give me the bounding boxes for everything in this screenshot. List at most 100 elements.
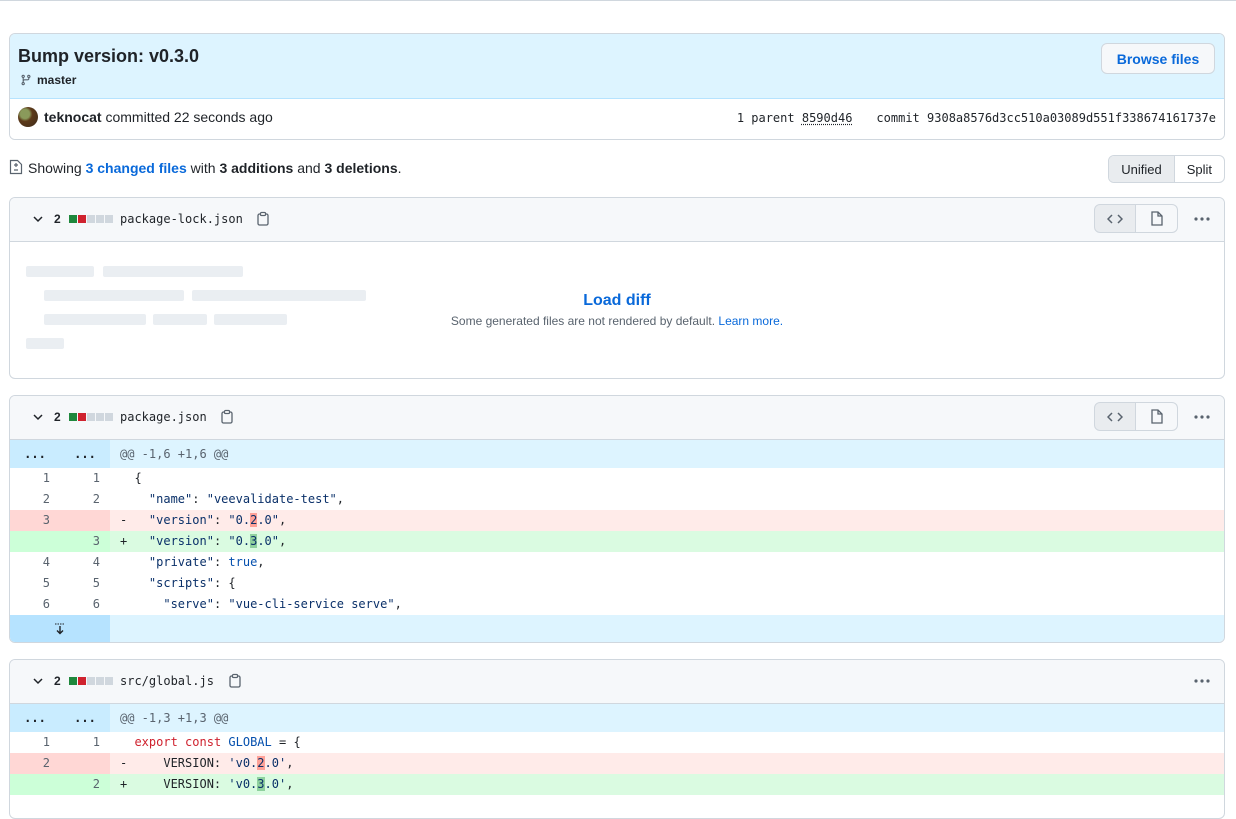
diff-line: 3 - "version": "0.2.0", — [10, 510, 1224, 531]
learn-more-link[interactable]: Learn more. — [718, 314, 783, 328]
old-line-number[interactable] — [10, 774, 60, 795]
view-source-button[interactable] — [1094, 204, 1136, 233]
expand-up-old[interactable]: ... — [10, 704, 60, 732]
split-view-button[interactable]: Split — [1175, 156, 1224, 182]
old-line-number[interactable]: 6 — [10, 594, 60, 615]
old-line-number[interactable]: 1 — [10, 732, 60, 753]
additions-count: 3 additions — [219, 160, 294, 176]
expand-up-new[interactable]: ... — [60, 704, 110, 732]
commit-time: committed 22 seconds ago — [105, 109, 273, 125]
copy-icon[interactable] — [220, 409, 234, 425]
load-diff-note: Some generated files are not rendered by… — [10, 314, 1224, 328]
old-line-number[interactable] — [10, 531, 60, 552]
branch-label[interactable]: master — [20, 73, 76, 87]
code-icon — [1107, 411, 1123, 422]
file-actions — [1094, 402, 1216, 431]
old-line-number[interactable]: 3 — [10, 510, 60, 531]
chevron-down-icon[interactable] — [32, 411, 44, 423]
expand-row — [10, 615, 1224, 642]
browse-files-button[interactable]: Browse files — [1101, 43, 1215, 74]
view-source-button[interactable] — [1094, 402, 1136, 431]
parent-label: 1 parent — [736, 111, 795, 125]
code-line: "serve": "vue-cli-service serve", — [163, 597, 402, 611]
commit-title-bar: Bump version: v0.3.0 master Browse files — [10, 34, 1224, 99]
file-change-count: 2 — [54, 674, 61, 688]
avatar[interactable] — [18, 107, 38, 127]
file-name[interactable]: src/global.js — [120, 674, 214, 688]
code-line: export const GLOBAL = { — [134, 735, 301, 749]
hunk-range: @@ -1,3 +1,3 @@ — [120, 711, 229, 725]
summary-text: Showing 3 changed files with 3 additions… — [28, 160, 402, 176]
file-actions — [1094, 204, 1216, 233]
old-line-number[interactable]: 2 — [10, 489, 60, 510]
deletions-count: 3 deletions — [324, 160, 398, 176]
generated-note: Some generated files are not rendered by… — [450, 314, 716, 328]
new-line-number[interactable]: 1 — [60, 732, 110, 753]
changed-files-link[interactable]: 3 changed files — [86, 160, 187, 176]
new-line-number[interactable]: 2 — [60, 489, 110, 510]
diff-line: 66 "serve": "vue-cli-service serve", — [10, 594, 1224, 615]
new-line-number[interactable]: 2 — [60, 774, 110, 795]
diff-line: 2 + VERSION: 'v0.3.0', — [10, 774, 1224, 795]
copy-icon[interactable] — [228, 673, 242, 689]
kebab-horizontal-icon[interactable] — [1188, 204, 1216, 233]
file-package-lock: 2 package-lock.json Load diff Some gener… — [9, 197, 1225, 379]
file-actions — [1178, 666, 1216, 695]
expand-up-new[interactable]: ... — [60, 440, 110, 468]
kebab-horizontal-icon[interactable] — [1188, 402, 1216, 431]
new-line-number[interactable]: 5 — [60, 573, 110, 594]
new-line-number[interactable] — [60, 753, 110, 774]
diff-line: 22 "name": "veevalidate-test", — [10, 489, 1224, 510]
file-name[interactable]: package-lock.json — [120, 212, 243, 226]
branch-name: master — [37, 73, 77, 87]
new-line-number[interactable]: 6 — [60, 594, 110, 615]
unfold-icon[interactable] — [10, 615, 110, 642]
commit-title: Bump version: v0.3.0 — [18, 46, 200, 66]
commit-meta: teknocat committed 22 seconds ago 1 pare… — [10, 99, 1224, 139]
load-diff-link[interactable]: Load diff — [10, 292, 1224, 310]
expand-up-old[interactable]: ... — [10, 440, 60, 468]
code-line: - VERSION: 'v0.2.0', — [120, 756, 294, 770]
file-package-json: 2 package.json ... ... @@ -1,6 +1,6 @@ 1… — [9, 395, 1225, 643]
diff-lines: 11 export const GLOBAL = { 2 - VERSION: 'v… — [10, 732, 1224, 795]
commit-label: commit — [876, 111, 920, 125]
chevron-down-icon[interactable] — [32, 675, 44, 687]
view-file-button[interactable] — [1136, 402, 1178, 431]
placeholder-bar — [26, 266, 94, 277]
diffstat-blocks — [69, 413, 113, 421]
parent-sha-link[interactable]: 8590d46 — [802, 111, 853, 125]
placeholder-bar — [26, 338, 64, 349]
code-line: "scripts": { — [148, 576, 236, 590]
author-line: teknocat committed 22 seconds ago — [44, 109, 273, 125]
code-line: - "version": "0.2.0", — [120, 513, 287, 527]
file-header: 2 package.json — [10, 396, 1224, 440]
diff-lines: 11 {2 2 "name": "veevalidate-test", 3- "ve… — [10, 468, 1224, 615]
file-name[interactable]: package.json — [120, 410, 207, 424]
chevron-down-icon[interactable] — [32, 213, 44, 225]
commit-shas: 1 parent 8590d46 commit 9308a8576d3cc510… — [737, 111, 1216, 125]
author-link[interactable]: teknocat — [44, 109, 102, 125]
unified-view-button[interactable]: Unified — [1109, 156, 1175, 182]
load-diff-area: Load diff Some generated files are not r… — [10, 242, 1224, 378]
top-divider — [0, 0, 1236, 1]
summary-with: with — [190, 160, 216, 176]
summary-and: and — [297, 160, 321, 176]
new-line-number[interactable]: 4 — [60, 552, 110, 573]
kebab-horizontal-icon[interactable] — [1188, 666, 1216, 695]
diff-line: 55 "scripts": { — [10, 573, 1224, 594]
summary-period: . — [397, 160, 402, 176]
old-line-number[interactable]: 4 — [10, 552, 60, 573]
old-line-number[interactable]: 1 — [10, 468, 60, 489]
file-diff-icon — [9, 159, 23, 175]
old-line-number[interactable]: 2 — [10, 753, 60, 774]
new-line-number[interactable]: 1 — [60, 468, 110, 489]
diff-line: 3 + "version": "0.3.0", — [10, 531, 1224, 552]
view-file-button[interactable] — [1136, 204, 1178, 233]
copy-icon[interactable] — [256, 211, 270, 227]
new-line-number[interactable]: 3 — [60, 531, 110, 552]
code-icon — [1107, 213, 1123, 224]
old-line-number[interactable]: 5 — [10, 573, 60, 594]
diff-line: 44 "private": true, — [10, 552, 1224, 573]
new-line-number[interactable] — [60, 510, 110, 531]
diff-line: 11 { — [10, 468, 1224, 489]
